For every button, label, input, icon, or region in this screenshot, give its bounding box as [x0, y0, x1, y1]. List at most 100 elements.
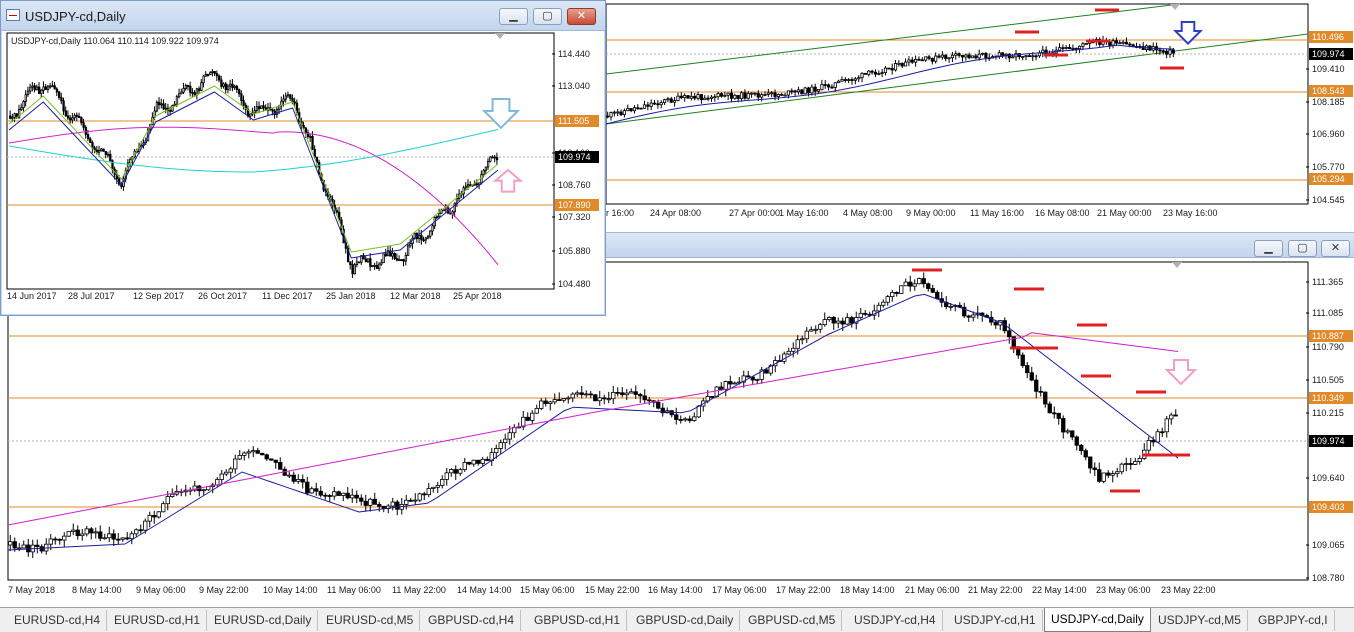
candle-body	[171, 105, 174, 112]
candle-body	[17, 547, 22, 550]
price-label: 108.543	[1312, 86, 1345, 96]
candle-body	[827, 84, 831, 88]
candle-body	[382, 253, 385, 264]
candle-body	[1067, 47, 1072, 50]
daily-minimize-button[interactable]: ▁	[499, 8, 528, 25]
candle-body	[354, 494, 359, 499]
candle-body	[1064, 47, 1068, 49]
h1-date-label: 21 May 06:00	[905, 585, 960, 595]
tab-eurusd-cd-h4[interactable]: EURUSD-cd,H4	[8, 610, 108, 631]
tab-gbpusd-cd-daily[interactable]: GBPUSD-cd,Daily	[630, 610, 741, 631]
candle-body	[728, 381, 733, 385]
candle-body	[790, 90, 794, 93]
candle-body	[420, 234, 423, 241]
candle-body	[534, 408, 539, 414]
candle-body	[42, 86, 45, 91]
tab-gbpusd-cd-h1[interactable]: GBPUSD-cd,H1	[528, 610, 628, 631]
candle-body	[1001, 52, 1005, 56]
candle-body	[431, 486, 436, 489]
candle-body	[189, 85, 192, 93]
tab-usdjpy-cd-m5[interactable]: USDJPY-cd,M5	[1152, 610, 1248, 631]
candle-body	[927, 56, 931, 59]
candle-body	[1071, 47, 1075, 50]
tab-eurusd-cd-daily[interactable]: EURUSD-cd,Daily	[208, 610, 319, 631]
tab-eurusd-cd-m5[interactable]: EURUSD-cd,M5	[320, 610, 421, 631]
last-price-label: 109.974	[1312, 436, 1345, 446]
tab-gbpusd-cd-m5[interactable]: GBPUSD-cd,M5	[742, 610, 843, 631]
candle-body	[689, 95, 693, 99]
daily-maximize-button[interactable]: ▢	[533, 8, 562, 25]
candle-body	[557, 399, 562, 401]
daily-window-titlebar[interactable]: USDJPY-cd,Daily ▁ ▢ ✕	[1, 1, 605, 31]
main-close-button[interactable]: ✕	[1321, 240, 1350, 257]
candle-body	[1128, 43, 1132, 46]
candle-body	[780, 93, 784, 96]
h1-date-label: 23 May 06:00	[1096, 585, 1151, 595]
candle-body	[1101, 472, 1106, 482]
candle-body	[186, 85, 190, 87]
candle-body	[426, 488, 431, 496]
main-maximize-button[interactable]: ▢	[1288, 240, 1317, 257]
candle-body	[548, 401, 553, 404]
tab-gbpusd-cd-h4[interactable]: GBPUSD-cd,H4	[422, 610, 522, 631]
price-label: 104.545	[1312, 195, 1345, 205]
price-label: 104.480	[558, 279, 591, 289]
candle-body	[35, 544, 40, 548]
candle-body	[440, 479, 445, 486]
candle-body	[453, 469, 458, 474]
candle-body	[147, 515, 152, 522]
candle-body	[1119, 463, 1124, 473]
candle-body	[98, 531, 103, 539]
candle-body	[323, 494, 328, 497]
candle-body	[926, 283, 931, 289]
candle-body	[438, 212, 441, 218]
candle-body	[858, 312, 863, 318]
candle-body	[373, 264, 376, 267]
candle-body	[198, 88, 201, 91]
candle-body	[845, 317, 850, 325]
daily-chart-window[interactable]: USDJPY-cd,Daily ▁ ▢ ✕ USDJPY-cd,Daily 11…	[0, 0, 606, 316]
candle-body	[107, 533, 112, 539]
candle-body	[652, 102, 657, 105]
candle-body	[480, 458, 485, 464]
h4-date-label: r 16:00	[606, 208, 634, 218]
candle-body	[201, 489, 206, 492]
tab-eurusd-cd-h1[interactable]: EURUSD-cd,H1	[108, 610, 208, 631]
candle-body	[134, 529, 139, 535]
tab-usdjpy-cd-h4[interactable]: USDJPY-cd,H4	[848, 610, 943, 631]
candle-body	[993, 321, 998, 326]
tab-usdjpy-cd-daily[interactable]: USDJPY-cd,Daily	[1044, 608, 1151, 632]
daily-chart-area[interactable]: USDJPY-cd,Daily 110.064 110.114 109.922 …	[1, 31, 605, 315]
candle-body	[776, 93, 780, 97]
candle-body	[75, 529, 80, 537]
h4-date-label: 21 May 00:00	[1097, 208, 1152, 218]
candle-body	[1161, 50, 1165, 53]
candle-body	[413, 499, 418, 502]
candle-body	[887, 67, 891, 70]
candle-body	[296, 479, 301, 482]
candle-body	[964, 54, 968, 58]
candle-body	[49, 85, 52, 88]
price-label: 110.215	[1312, 408, 1344, 418]
candle-body	[489, 156, 492, 162]
candle-body	[960, 55, 965, 58]
h4-date-label: 9 May 00:00	[906, 208, 956, 218]
price-label: 108.760	[558, 180, 591, 190]
candle-body	[271, 109, 274, 112]
candle-body	[409, 243, 412, 247]
candle-body	[462, 462, 467, 471]
daily-close-button[interactable]: ✕	[567, 8, 596, 25]
candle-body	[24, 94, 27, 102]
tab-usdjpy-cd-h1[interactable]: USDJPY-cd,H1	[948, 610, 1043, 631]
tab-gbpjpy-cd-i[interactable]: GBPJPY-cd,I	[1252, 610, 1335, 631]
candle-body	[804, 330, 809, 340]
candle-body	[693, 95, 697, 99]
candle-body	[816, 89, 821, 92]
main-minimize-button[interactable]: ▁	[1254, 240, 1283, 257]
candle-body	[494, 448, 499, 454]
candle-body	[215, 73, 219, 77]
candle-body	[78, 115, 81, 118]
candle-body	[84, 528, 89, 535]
candle-body	[143, 520, 148, 531]
candle-body	[398, 259, 401, 261]
